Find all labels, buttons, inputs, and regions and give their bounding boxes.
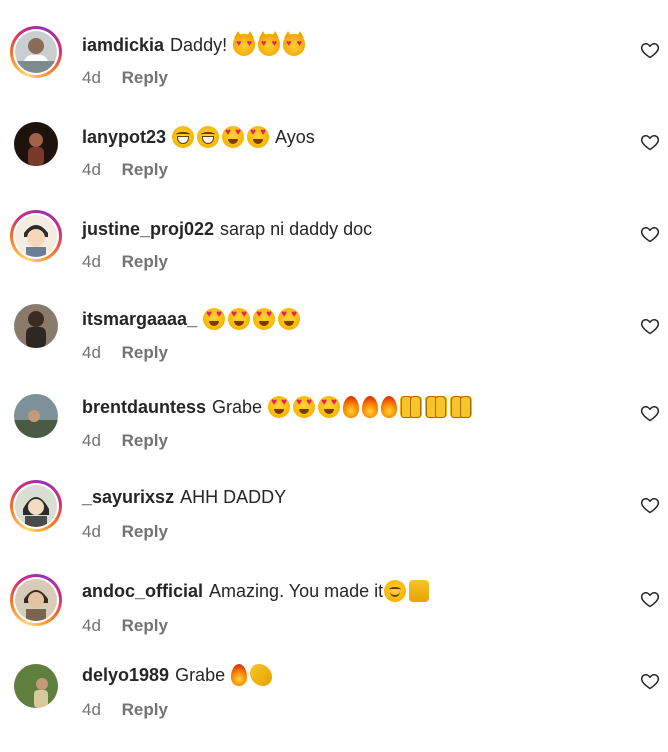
- heart-eyes-emoji: [203, 308, 226, 330]
- comment-item: _sayurixsz AHH DADDY 4d Reply: [0, 466, 668, 546]
- reply-button[interactable]: Reply: [122, 160, 168, 179]
- emoji-group: [233, 31, 306, 56]
- timestamp: 4d: [82, 522, 101, 541]
- thumbs-up-emoji: [409, 580, 430, 602]
- reply-button[interactable]: Reply: [122, 252, 168, 271]
- fire-emoji: [231, 664, 248, 686]
- heart-outline-icon[interactable]: [640, 132, 660, 152]
- comment-text: sarap ni daddy doc: [220, 219, 373, 239]
- avatar-ring[interactable]: [10, 300, 62, 352]
- heart-eyes-emoji: [293, 396, 316, 418]
- timestamp: 4d: [82, 616, 101, 635]
- reply-button[interactable]: Reply: [122, 431, 168, 450]
- avatar-story-ring[interactable]: [10, 26, 62, 78]
- timestamp: 4d: [82, 68, 101, 87]
- reply-button[interactable]: Reply: [122, 616, 168, 635]
- raising-hands-emoji: [425, 396, 448, 418]
- reply-button[interactable]: Reply: [122, 700, 168, 719]
- timestamp: 4d: [82, 252, 101, 271]
- avatar: [14, 122, 58, 166]
- username[interactable]: itsmargaaaa_: [82, 307, 197, 331]
- reply-button[interactable]: Reply: [122, 522, 168, 541]
- grinning-emoji: [172, 126, 195, 148]
- heart-eyes-cat-emoji: [258, 31, 281, 56]
- reply-button[interactable]: Reply: [122, 343, 168, 362]
- username[interactable]: delyo1989: [82, 663, 169, 687]
- comment-text: AHH DADDY: [180, 487, 287, 507]
- avatar-story-ring[interactable]: [10, 574, 62, 626]
- heart-outline-icon[interactable]: [640, 224, 660, 244]
- comment-item: itsmargaaaa_ 4d Reply: [0, 288, 668, 368]
- heart-outline-icon[interactable]: [640, 671, 660, 691]
- comment-item: andoc_official Amazing. You made it 4d R…: [0, 560, 668, 640]
- heart-eyes-emoji: [247, 126, 270, 148]
- timestamp: 4d: [82, 700, 101, 719]
- comment-item: brentdauntess Grabe 4d Reply: [0, 376, 668, 456]
- comment-text: Grabe: [212, 397, 263, 417]
- heart-eyes-emoji: [253, 308, 276, 330]
- username[interactable]: iamdickia: [82, 33, 164, 57]
- raising-hands-emoji: [400, 396, 423, 418]
- avatar-ring[interactable]: [10, 660, 62, 712]
- avatar: [15, 579, 57, 621]
- avatar-ring[interactable]: [10, 118, 62, 170]
- grinning-emoji: [197, 126, 220, 148]
- username[interactable]: justine_proj022: [82, 217, 214, 241]
- comment-text: Grabe: [175, 665, 226, 685]
- heart-eyes-emoji: [228, 308, 251, 330]
- timestamp: 4d: [82, 431, 101, 450]
- comment-text: Amazing. You made it: [209, 581, 384, 601]
- emoji-group: [172, 126, 270, 148]
- heart-outline-icon[interactable]: [640, 403, 660, 423]
- emoji-group: [203, 308, 301, 330]
- avatar: [15, 31, 57, 73]
- avatar: [14, 304, 58, 348]
- comments-list: iamdickia Daddy! 4d Reply lanypot23: [0, 0, 668, 752]
- heart-eyes-emoji: [268, 396, 291, 418]
- comment-text: Ayos: [275, 127, 315, 147]
- comment-item: iamdickia Daddy! 4d Reply: [0, 12, 668, 92]
- reply-button[interactable]: Reply: [122, 68, 168, 87]
- avatar: [15, 215, 57, 257]
- raising-hands-emoji: [450, 396, 473, 418]
- comment-item: lanypot23 Ayos 4d Reply: [0, 104, 668, 184]
- fire-emoji: [362, 396, 379, 418]
- avatar-story-ring[interactable]: [10, 210, 62, 262]
- heart-outline-icon[interactable]: [640, 495, 660, 515]
- comment-item: delyo1989 Grabe 4d Reply: [0, 644, 668, 724]
- comment-item: justine_proj022 sarap ni daddy doc 4d Re…: [0, 196, 668, 276]
- heart-eyes-emoji: [278, 308, 301, 330]
- heart-eyes-emoji: [318, 396, 341, 418]
- timestamp: 4d: [82, 343, 101, 362]
- fire-emoji: [381, 396, 398, 418]
- username[interactable]: andoc_official: [82, 579, 203, 603]
- comment-text: Daddy!: [170, 35, 228, 55]
- emoji-group: [268, 396, 473, 418]
- emoji-group: [384, 580, 430, 602]
- avatar-story-ring[interactable]: [10, 480, 62, 532]
- clapping-hands-emoji: [250, 664, 273, 686]
- smiling-emoji: [384, 580, 407, 602]
- timestamp: 4d: [82, 160, 101, 179]
- avatar: [14, 664, 58, 708]
- avatar: [14, 394, 58, 438]
- avatar: [15, 485, 57, 527]
- fire-emoji: [343, 396, 360, 418]
- username[interactable]: brentdauntess: [82, 395, 206, 419]
- heart-eyes-cat-emoji: [283, 31, 306, 56]
- avatar-ring[interactable]: [10, 390, 62, 442]
- heart-outline-icon[interactable]: [640, 316, 660, 336]
- heart-eyes-emoji: [222, 126, 245, 148]
- emoji-group: [231, 664, 273, 686]
- heart-outline-icon[interactable]: [640, 589, 660, 609]
- username[interactable]: lanypot23: [82, 125, 166, 149]
- heart-eyes-cat-emoji: [233, 31, 256, 56]
- heart-outline-icon[interactable]: [640, 40, 660, 60]
- username[interactable]: _sayurixsz: [82, 485, 174, 509]
